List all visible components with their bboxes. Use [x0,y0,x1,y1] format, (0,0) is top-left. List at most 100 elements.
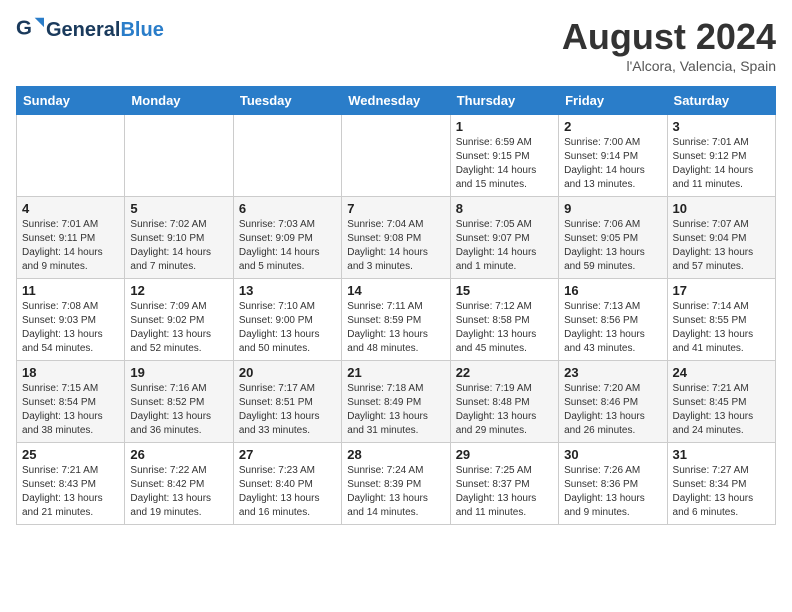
day-number: 14 [347,283,444,298]
day-number: 6 [239,201,336,216]
title-area: August 2024 l'Alcora, Valencia, Spain [562,16,776,74]
logo: G GeneralBlue [16,16,164,44]
table-cell: 2 Sunrise: 7:00 AM Sunset: 9:14 PM Daylig… [559,115,667,197]
day-number: 23 [564,365,661,380]
table-cell: 1Sunrise: 6:59 AM Sunset: 9:15 PM Daylig… [450,115,558,197]
day-number: 9 [564,201,661,216]
day-number: 17 [673,283,770,298]
day-number: 5 [130,201,227,216]
day-info: Sunrise: 7:22 AM Sunset: 8:42 PM Dayligh… [130,464,227,520]
day-number: 19 [130,365,227,380]
day-info: Sunrise: 7:00 AM Sunset: 9:14 PM Dayligh… [564,136,661,192]
day-info: Sunrise: 7:21 AM Sunset: 8:45 PM Dayligh… [673,382,770,438]
day-number: 2 [564,119,661,134]
table-cell: 11 Sunrise: 7:08 AM Sunset: 9:03 PM Dayli… [17,279,125,361]
header-thursday: Thursday [450,87,558,115]
day-info: Sunrise: 7:23 AM Sunset: 8:40 PM Dayligh… [239,464,336,520]
week-row-3: 11 Sunrise: 7:08 AM Sunset: 9:03 PM Dayli… [17,279,776,361]
day-number: 7 [347,201,444,216]
table-cell: 30 Sunrise: 7:26 AM Sunset: 8:36 PM Dayli… [559,443,667,525]
table-cell: 16Sunrise: 7:13 AM Sunset: 8:56 PM Dayli… [559,279,667,361]
table-cell [125,115,233,197]
day-info: Sunrise: 7:01 AM Sunset: 9:12 PM Dayligh… [673,136,770,192]
table-cell: 12 Sunrise: 7:09 AM Sunset: 9:02 PM Dayli… [125,279,233,361]
table-cell: 21Sunrise: 7:18 AM Sunset: 8:49 PM Dayli… [342,361,450,443]
day-number: 25 [22,447,119,462]
day-number: 18 [22,365,119,380]
logo-general: General [46,19,120,41]
table-cell: 29Sunrise: 7:25 AM Sunset: 8:37 PM Dayli… [450,443,558,525]
day-number: 1 [456,119,553,134]
header-tuesday: Tuesday [233,87,341,115]
day-number: 30 [564,447,661,462]
table-cell: 4 Sunrise: 7:01 AM Sunset: 9:11 PM Daylig… [17,197,125,279]
day-number: 21 [347,365,444,380]
table-cell: 6 Sunrise: 7:03 AM Sunset: 9:09 PM Daylig… [233,197,341,279]
day-info: Sunrise: 7:13 AM Sunset: 8:56 PM Dayligh… [564,300,661,356]
table-cell: 15Sunrise: 7:12 AM Sunset: 8:58 PM Dayli… [450,279,558,361]
day-info: Sunrise: 7:08 AM Sunset: 9:03 PM Dayligh… [22,300,119,356]
day-info: Sunrise: 7:16 AM Sunset: 8:52 PM Dayligh… [130,382,227,438]
table-cell: 20Sunrise: 7:17 AM Sunset: 8:51 PM Dayli… [233,361,341,443]
day-info: Sunrise: 7:07 AM Sunset: 9:04 PM Dayligh… [673,218,770,274]
header-friday: Friday [559,87,667,115]
svg-text:G: G [16,17,32,40]
day-number: 24 [673,365,770,380]
week-row-1: 1Sunrise: 6:59 AM Sunset: 9:15 PM Daylig… [17,115,776,197]
table-cell: 10 Sunrise: 7:07 AM Sunset: 9:04 PM Dayli… [667,197,775,279]
calendar-table: Sunday Monday Tuesday Wednesday Thursday… [16,86,776,525]
day-info: Sunrise: 7:15 AM Sunset: 8:54 PM Dayligh… [22,382,119,438]
day-info: Sunrise: 7:26 AM Sunset: 8:36 PM Dayligh… [564,464,661,520]
subtitle: l'Alcora, Valencia, Spain [562,58,776,74]
day-info: Sunrise: 7:04 AM Sunset: 9:08 PM Dayligh… [347,218,444,274]
day-number: 26 [130,447,227,462]
day-info: Sunrise: 7:21 AM Sunset: 8:43 PM Dayligh… [22,464,119,520]
table-cell: 24 Sunrise: 7:21 AM Sunset: 8:45 PM Dayli… [667,361,775,443]
day-number: 28 [347,447,444,462]
day-info: Sunrise: 7:20 AM Sunset: 8:46 PM Dayligh… [564,382,661,438]
day-info: Sunrise: 7:25 AM Sunset: 8:37 PM Dayligh… [456,464,553,520]
day-info: Sunrise: 7:19 AM Sunset: 8:48 PM Dayligh… [456,382,553,438]
week-row-4: 18 Sunrise: 7:15 AM Sunset: 8:54 PM Dayli… [17,361,776,443]
day-number: 27 [239,447,336,462]
week-row-2: 4 Sunrise: 7:01 AM Sunset: 9:11 PM Daylig… [17,197,776,279]
day-info: Sunrise: 7:01 AM Sunset: 9:11 PM Dayligh… [22,218,119,274]
day-number: 31 [673,447,770,462]
day-number: 12 [130,283,227,298]
logo-blue: Blue [120,19,163,41]
table-cell: 5 Sunrise: 7:02 AM Sunset: 9:10 PM Daylig… [125,197,233,279]
table-cell: 17 Sunrise: 7:14 AM Sunset: 8:55 PM Dayli… [667,279,775,361]
table-cell: 25 Sunrise: 7:21 AM Sunset: 8:43 PM Dayli… [17,443,125,525]
day-info: Sunrise: 7:24 AM Sunset: 8:39 PM Dayligh… [347,464,444,520]
header-saturday: Saturday [667,87,775,115]
day-number: 8 [456,201,553,216]
day-info: Sunrise: 7:02 AM Sunset: 9:10 PM Dayligh… [130,218,227,274]
day-info: Sunrise: 7:12 AM Sunset: 8:58 PM Dayligh… [456,300,553,356]
table-cell: 22 Sunrise: 7:19 AM Sunset: 8:48 PM Dayli… [450,361,558,443]
table-cell: 28 Sunrise: 7:24 AM Sunset: 8:39 PM Dayli… [342,443,450,525]
table-cell: 13Sunrise: 7:10 AM Sunset: 9:00 PM Dayli… [233,279,341,361]
day-number: 11 [22,283,119,298]
table-cell: 9Sunrise: 7:06 AM Sunset: 9:05 PM Daylig… [559,197,667,279]
table-cell: 8Sunrise: 7:05 AM Sunset: 9:07 PM Daylig… [450,197,558,279]
table-cell: 14Sunrise: 7:11 AM Sunset: 8:59 PM Dayli… [342,279,450,361]
day-number: 10 [673,201,770,216]
header-area: G GeneralBlue August 2024 l'Alcora, Vale… [16,16,776,74]
day-number: 4 [22,201,119,216]
day-info: Sunrise: 7:09 AM Sunset: 9:02 PM Dayligh… [130,300,227,356]
header-wednesday: Wednesday [342,87,450,115]
table-cell [17,115,125,197]
day-number: 20 [239,365,336,380]
table-cell: 18 Sunrise: 7:15 AM Sunset: 8:54 PM Dayli… [17,361,125,443]
day-number: 22 [456,365,553,380]
header-sunday: Sunday [17,87,125,115]
table-cell [233,115,341,197]
day-info: Sunrise: 7:03 AM Sunset: 9:09 PM Dayligh… [239,218,336,274]
table-cell: 7 Sunrise: 7:04 AM Sunset: 9:08 PM Daylig… [342,197,450,279]
day-info: Sunrise: 7:14 AM Sunset: 8:55 PM Dayligh… [673,300,770,356]
day-number: 3 [673,119,770,134]
day-number: 13 [239,283,336,298]
weekday-header-row: Sunday Monday Tuesday Wednesday Thursday… [17,87,776,115]
month-title: August 2024 [562,16,776,58]
table-cell [342,115,450,197]
